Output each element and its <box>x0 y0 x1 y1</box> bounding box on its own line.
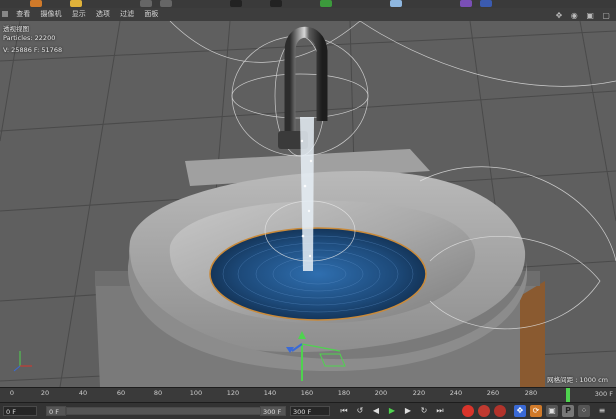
tool-icon[interactable] <box>320 0 332 7</box>
particles-count: Particles: 22200 <box>3 34 56 42</box>
play-icon[interactable]: ▶ <box>386 405 398 417</box>
timeline-tick-label: 100 <box>189 389 203 397</box>
menu-options[interactable]: 选项 <box>96 8 110 21</box>
menu-panel[interactable]: 面板 <box>144 8 158 21</box>
end-frame-field[interactable]: 300 F <box>290 406 330 416</box>
cabinet-wood <box>520 281 545 387</box>
menu-display[interactable]: 显示 <box>72 8 86 21</box>
record-icon[interactable] <box>462 405 474 417</box>
water-surface <box>209 227 427 321</box>
tool-icon[interactable] <box>460 0 472 7</box>
pla-key-icon[interactable]: ⁘ <box>578 405 590 417</box>
tool-icon[interactable] <box>480 0 492 7</box>
max-frame-field[interactable]: 300 F <box>260 406 286 416</box>
next-key-icon[interactable]: ↻ <box>418 405 430 417</box>
timeline-tick-label: 280 <box>524 389 538 397</box>
viewport-menu-icon[interactable] <box>2 11 8 17</box>
go-to-start-icon[interactable]: ⏮ <box>338 405 350 417</box>
playback-controls: 0 F 0 F 300 F 300 F ⏮ ↺ ◀ ▶ ▶ ↻ ⏭ ✥ ⟳ ▣ … <box>0 402 616 419</box>
timeline-tick-label: 0 <box>9 389 15 397</box>
previous-frame-icon[interactable]: ◀ <box>370 405 382 417</box>
timeline-playhead[interactable] <box>566 388 570 403</box>
menu-view[interactable]: 查看 <box>16 8 30 21</box>
timeline-tick-label: 260 <box>486 389 500 397</box>
timeline-tick-label: 160 <box>300 389 314 397</box>
scene-render <box>0 21 616 387</box>
timeline-tick-label: 200 <box>374 389 388 397</box>
tool-icon[interactable] <box>390 0 402 7</box>
timeline-tick-label: 80 <box>153 389 163 397</box>
scene-stats: V: 25886 F: 51768 <box>3 46 63 54</box>
autokey-icon[interactable] <box>478 405 490 417</box>
tool-icon[interactable] <box>270 0 282 7</box>
scale-key-icon[interactable]: ▣ <box>546 405 558 417</box>
rotation-key-icon[interactable]: ⟳ <box>530 405 542 417</box>
min-frame-field[interactable]: 0 F <box>46 406 66 416</box>
next-frame-icon[interactable]: ▶ <box>402 405 414 417</box>
timeline-tick-label: 120 <box>226 389 240 397</box>
timeline-tick-label: 240 <box>449 389 463 397</box>
timeline-menu-icon[interactable]: ≡ <box>596 405 608 417</box>
timeline-end-label: 300 F <box>594 390 613 398</box>
menu-camera[interactable]: 摄像机 <box>40 8 61 21</box>
timeline-ruler[interactable]: 0 20 40 60 80 100 120 140 160 180 200 22… <box>0 387 616 403</box>
tool-icon[interactable] <box>230 0 242 7</box>
timeline-tick-label: 20 <box>40 389 50 397</box>
menu-filter[interactable]: 过滤 <box>120 8 134 21</box>
perspective-viewport[interactable]: 透视视图 Particles: 22200 V: 25886 F: 51768 … <box>0 21 616 387</box>
tool-icon[interactable] <box>140 0 152 7</box>
timeline-tick-label: 180 <box>337 389 351 397</box>
top-toolbar <box>0 0 616 8</box>
timeline-tick-label: 40 <box>78 389 88 397</box>
tool-icon[interactable] <box>70 0 82 7</box>
start-frame-field[interactable]: 0 F <box>3 406 37 416</box>
grid-spacing-label: 网格间距 : 1000 cm <box>547 376 608 384</box>
position-key-icon[interactable]: ✥ <box>514 405 526 417</box>
go-to-end-icon[interactable]: ⏭ <box>434 405 446 417</box>
viewport-title: 透视视图 <box>3 25 29 33</box>
timeline-tick-label: 60 <box>116 389 126 397</box>
previous-key-icon[interactable]: ↺ <box>354 405 366 417</box>
timeline-tick-label: 220 <box>412 389 426 397</box>
parameter-key-icon[interactable]: P <box>562 405 574 417</box>
viewport-menubar: 查看 摄像机 显示 选项 过滤 面板 ✥ ◉ ▣ ▢ <box>0 8 616 22</box>
tool-icon[interactable] <box>160 0 172 7</box>
frame-range-slider[interactable] <box>66 407 266 415</box>
timeline-tick-label: 140 <box>263 389 277 397</box>
keyframe-selection-icon[interactable] <box>494 405 506 417</box>
tool-icon[interactable] <box>30 0 42 7</box>
